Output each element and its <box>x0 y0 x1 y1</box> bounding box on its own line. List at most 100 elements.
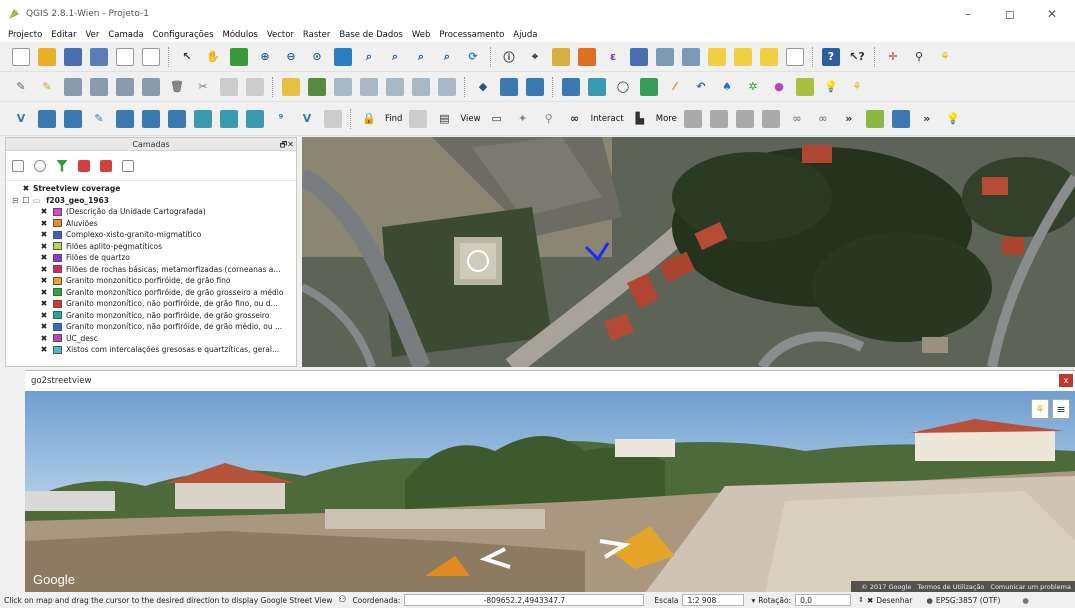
pegman-icon[interactable]: ⚘ <box>1031 399 1049 419</box>
layer-tree-item[interactable]: ✖ Filões de quartzo <box>6 252 296 264</box>
marker-icon[interactable]: ⚲ <box>540 110 558 128</box>
toggle-editing-icon[interactable]: ✎ <box>38 78 56 96</box>
layer-visibility-checkbox[interactable]: ✖ <box>40 276 48 285</box>
maximize-button[interactable]: ◻ <box>990 0 1030 28</box>
menu-processamento[interactable]: Processamento <box>439 30 504 40</box>
show-bookmarks-icon[interactable] <box>760 47 778 66</box>
current-edits-icon[interactable]: ✎ <box>12 78 30 96</box>
layer-tree-item[interactable]: ✖ Streetview coverage <box>6 183 296 195</box>
touch-zoom-icon[interactable]: ↖ <box>178 48 196 66</box>
new-project-icon[interactable] <box>12 47 30 66</box>
layer-tree-item[interactable]: ✖ Complexo-xisto-granito-migmatítico <box>6 229 296 241</box>
add-postgis-icon[interactable] <box>526 77 544 96</box>
menu-web[interactable]: Web <box>412 30 431 40</box>
split-parts-icon[interactable]: ⁹ <box>272 110 290 128</box>
processing-results-icon[interactable] <box>761 109 780 128</box>
menu-editar[interactable]: Editar <box>51 30 76 40</box>
layer-visibility-checkbox[interactable]: ✖ <box>40 219 48 228</box>
label-tool-icon[interactable] <box>282 77 300 96</box>
coordinate-field[interactable]: -809652.2,4943347.7 <box>404 594 645 606</box>
layer-visibility-checkbox[interactable]: ✖ <box>40 299 48 308</box>
link-icon[interactable]: ∞ <box>566 110 584 128</box>
add-db2-icon[interactable]: ● <box>770 78 788 96</box>
simplify-feature-icon[interactable] <box>38 109 56 128</box>
render-checkbox-icon[interactable]: ✖ <box>867 596 873 605</box>
add-delimited-text-icon[interactable]: ⁄ <box>666 78 684 96</box>
add-wcs-icon[interactable]: ◯ <box>614 78 632 96</box>
menu-configuracoes[interactable]: Configurações <box>153 30 214 40</box>
gps-icon[interactable]: ✛ <box>884 48 902 66</box>
move-label-icon[interactable] <box>386 77 404 96</box>
new-shapefile-icon[interactable] <box>796 77 814 96</box>
menu-projecto[interactable]: Projecto <box>8 30 42 40</box>
scale-dropdown-icon[interactable]: ▾ <box>751 596 755 605</box>
rotation-spinner-icon[interactable]: ⇕ <box>858 596 864 604</box>
statistics-icon[interactable] <box>656 47 674 66</box>
zoom-layer-icon[interactable]: ⌕ <box>386 48 404 66</box>
layer-visibility-checkbox[interactable]: ☐ <box>22 196 30 205</box>
zoom-last-icon[interactable]: ⌕ <box>412 48 430 66</box>
more-label[interactable]: More <box>656 114 677 124</box>
view-icon[interactable]: ▤ <box>435 110 453 128</box>
layer-tree-item[interactable]: ✖ Granito monzonítico porfiróide, de grão… <box>6 275 296 287</box>
show-hide-labels-icon[interactable] <box>360 77 378 96</box>
find-label[interactable]: Find <box>385 114 402 124</box>
pan-hand-icon[interactable]: ✋ <box>204 48 222 66</box>
map-tips-icon[interactable] <box>708 47 726 66</box>
log-messages-icon[interactable]: ● <box>1022 596 1029 605</box>
menu-modulos[interactable]: Módulos <box>223 30 258 40</box>
zoom-full-icon[interactable] <box>334 47 352 66</box>
zoom-selection-icon[interactable]: ⌕ <box>360 48 378 66</box>
toolbar-overflow-icon[interactable]: » <box>840 110 858 128</box>
pin-labels-icon[interactable] <box>334 77 352 96</box>
add-group-icon[interactable] <box>34 159 46 172</box>
view-label[interactable]: View <box>460 114 480 124</box>
layer-tree-item[interactable]: ✖ Filões aplito-pegmatíticos <box>6 241 296 253</box>
find-icon[interactable] <box>409 109 428 128</box>
layer-visibility-checkbox[interactable]: ✖ <box>40 253 48 262</box>
processing-options-icon[interactable]: ∞ <box>788 110 806 128</box>
undo-icon[interactable]: ↶ <box>692 78 710 96</box>
field-calculator-icon[interactable] <box>578 47 596 66</box>
add-vertex-icon[interactable]: V <box>12 110 30 128</box>
streetview-panorama[interactable]: ⚘ ≡ Google © 2017 Google Termos de Utili… <box>25 391 1075 593</box>
paste-features-icon[interactable] <box>246 77 264 96</box>
offset-curve-icon[interactable] <box>220 109 238 128</box>
layer-visibility-checkbox[interactable]: ✖ <box>40 311 48 320</box>
render-label[interactable]: Desenhar <box>876 596 912 605</box>
text-annotation-icon[interactable] <box>786 47 804 66</box>
crs-label[interactable]: EPSG:3857 (OTF) <box>936 596 1000 605</box>
layer-labeling-icon[interactable] <box>308 77 326 96</box>
delete-selected-icon[interactable]: 🗑 <box>168 78 186 96</box>
menu-base-de-dados[interactable]: Base de Dados <box>339 30 403 40</box>
cut-features-icon[interactable]: ✂ <box>194 78 212 96</box>
streetview-menu-button[interactable]: ≡ <box>1052 399 1070 419</box>
interact-label[interactable]: Interact <box>591 114 624 124</box>
layer-visibility-checkbox[interactable]: ✖ <box>40 265 48 274</box>
split-features-icon[interactable] <box>246 109 264 128</box>
layer-tree-item[interactable]: ⊟ ☐ ▭ f203_geo_1963 <box>6 195 296 207</box>
zoom-out-icon[interactable]: ⊖ <box>282 48 300 66</box>
rotate-label-icon[interactable] <box>412 77 430 96</box>
layer-visibility-checkbox[interactable]: ✖ <box>40 322 48 331</box>
add-ring-icon[interactable] <box>64 109 82 128</box>
change-label-icon[interactable] <box>438 77 456 96</box>
processing-tool-icon[interactable] <box>683 109 702 128</box>
attribute-table-icon[interactable] <box>630 47 648 66</box>
select-features-icon[interactable]: ⌖ <box>526 48 544 66</box>
panorama-image[interactable] <box>25 391 1075 593</box>
menu-raster[interactable]: Raster <box>303 30 330 40</box>
streetview-pegman-icon[interactable]: ⚘ <box>848 78 866 96</box>
merge-features-icon[interactable]: V <box>298 110 316 128</box>
reshape-icon[interactable] <box>194 109 212 128</box>
layer-tree-item[interactable]: ✖ UC_desc <box>6 333 296 345</box>
layer-visibility-checkbox[interactable]: ✖ <box>22 184 30 193</box>
add-spatialite-icon[interactable] <box>562 77 580 96</box>
menu-vector[interactable]: Vector <box>267 30 294 40</box>
delete-ring-icon[interactable] <box>142 109 160 128</box>
layer-visibility-checkbox[interactable]: ✖ <box>40 207 48 216</box>
aerial-imagery[interactable] <box>302 137 1075 367</box>
layers-panel-close-button[interactable]: 🗗✕ <box>280 139 294 153</box>
georeferencer-icon[interactable]: ⚲ <box>910 48 928 66</box>
messages-icon[interactable]: ⚇ <box>338 595 346 605</box>
